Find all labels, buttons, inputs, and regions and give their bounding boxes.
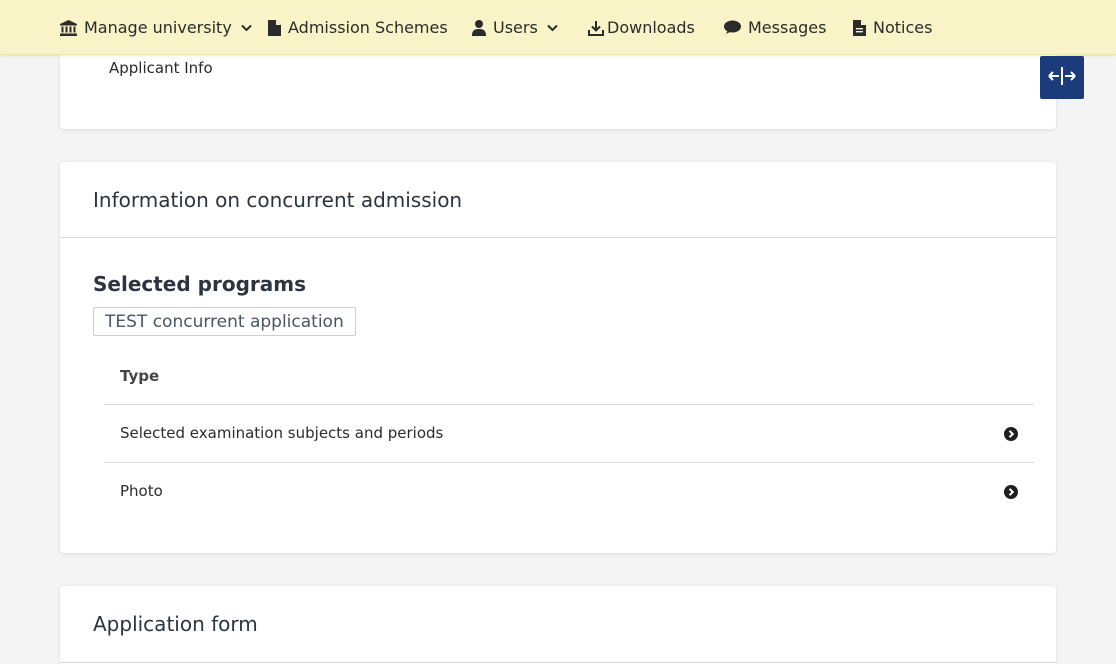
- chevron-circle-right-icon[interactable]: [1004, 484, 1018, 499]
- nav-users[interactable]: Users: [472, 0, 558, 55]
- document-icon: [268, 19, 281, 36]
- card-header-divider: [60, 662, 1056, 663]
- nav-messages[interactable]: Messages: [724, 0, 826, 55]
- program-chip: TEST concurrent application: [93, 307, 356, 336]
- concurrent-admission-card: Information on concurrent admission Sele…: [60, 162, 1056, 553]
- card-header-divider: [60, 237, 1056, 238]
- nav-admission-schemes-label: Admission Schemes: [288, 18, 448, 37]
- nav-messages-label: Messages: [748, 18, 827, 37]
- applicant-info-text: Applicant Info: [109, 59, 213, 77]
- table-row[interactable]: Photo: [104, 463, 1034, 520]
- nav-manage-university[interactable]: Manage university: [60, 0, 252, 55]
- document-icon: [853, 19, 866, 36]
- nav-admission-schemes[interactable]: Admission Schemes: [268, 0, 448, 55]
- nav-notices-label: Notices: [873, 18, 933, 37]
- expand-horizontal-icon: [1047, 66, 1077, 90]
- university-icon: [60, 19, 77, 36]
- user-icon: [472, 19, 486, 36]
- nav-notices[interactable]: Notices: [853, 0, 932, 55]
- nav-downloads-label: Downloads: [607, 18, 695, 37]
- application-form-title: Application form: [93, 612, 258, 636]
- selected-programs-heading: Selected programs: [93, 272, 306, 296]
- download-icon: [588, 20, 604, 36]
- chevron-circle-right-icon[interactable]: [1004, 426, 1018, 441]
- chevron-down-icon: [547, 24, 558, 32]
- concurrent-admission-title: Information on concurrent admission: [93, 188, 463, 212]
- chat-bubble-icon: [724, 20, 741, 35]
- application-form-card: Application form: [60, 586, 1056, 664]
- table-row-label: Selected examination subjects and period…: [120, 424, 444, 442]
- top-navbar: Manage university Admission Schemes User…: [0, 0, 1116, 55]
- table-header-type: Type: [120, 367, 160, 385]
- nav-manage-university-label: Manage university: [84, 18, 232, 37]
- table-row-label: Photo: [120, 482, 163, 500]
- chevron-down-icon: [241, 24, 252, 32]
- expand-width-button[interactable]: [1040, 56, 1084, 99]
- nav-users-label: Users: [493, 18, 538, 37]
- table-row[interactable]: Selected examination subjects and period…: [104, 405, 1034, 462]
- nav-downloads[interactable]: Downloads: [588, 0, 695, 55]
